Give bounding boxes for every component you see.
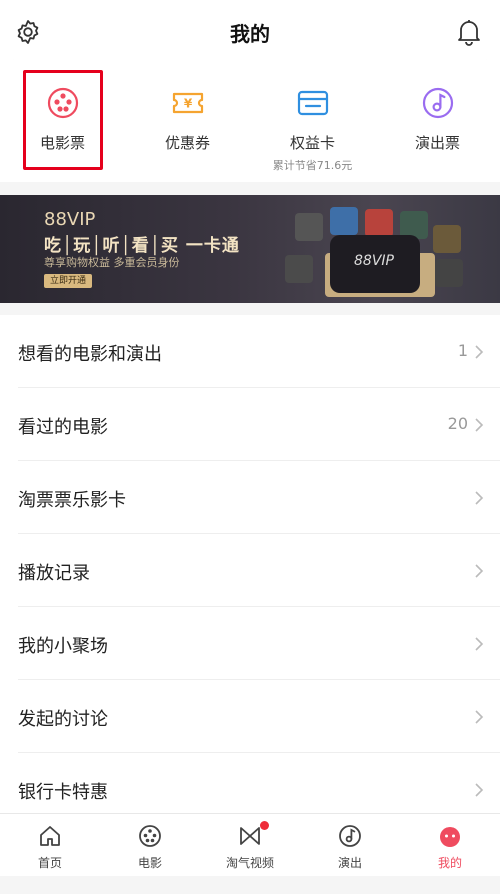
savings-text: 累计节省71.6元 <box>272 159 353 172</box>
chevron-right-icon <box>475 491 484 505</box>
list-item[interactable]: 播放记录 <box>18 534 500 607</box>
list-item-count: 1 <box>457 341 468 360</box>
banner-brand: 88VIP <box>44 209 96 230</box>
chevron-right-icon <box>475 783 484 797</box>
vip-banner[interactable]: 88VIP 吃│玩│听│看│买 一卡通 尊享购物权益 多重会员身份 立即开通 8… <box>0 195 500 303</box>
banner-cta-button[interactable]: 立即开通 <box>44 274 93 288</box>
bell-icon[interactable] <box>456 18 482 46</box>
tab-movie[interactable]: 电影 <box>100 814 200 884</box>
quick-item-label: 权益卡 <box>289 134 335 152</box>
tab-label: 电影 <box>137 856 162 870</box>
banner-artwork: 88VIP <box>285 207 465 297</box>
quick-item-benefit-card[interactable]: 权益卡 累计节省71.6元 <box>250 60 375 182</box>
chevron-right-icon <box>475 564 484 578</box>
highlight-annotation-box <box>23 70 103 170</box>
tab-mine[interactable]: 我的 <box>400 814 500 884</box>
list-item-label: 发起的讨论 <box>18 709 108 730</box>
banner-headline: 吃│玩│听│看│买 一卡通 <box>44 236 240 256</box>
video-icon <box>240 827 260 845</box>
list-item[interactable]: 看过的电影 20 <box>18 388 500 461</box>
home-indicator-area <box>0 876 500 894</box>
list-item-label: 我的小聚场 <box>18 636 108 657</box>
chevron-right-icon <box>475 345 484 359</box>
header: 我的 <box>0 0 500 60</box>
tab-show[interactable]: 演出 <box>300 814 400 884</box>
quick-item-label: 优惠券 <box>164 134 210 152</box>
card-icon <box>297 90 329 116</box>
svg-text:¥: ¥ <box>184 97 193 111</box>
list-item-label: 淘票票乐影卡 <box>18 490 126 511</box>
tab-home[interactable]: 首页 <box>0 814 100 884</box>
tab-label: 首页 <box>37 856 62 870</box>
list-item-label: 播放记录 <box>18 563 90 584</box>
banner-card-text: 88VIP <box>354 253 394 269</box>
list-item-label: 看过的电影 <box>18 417 108 438</box>
music-disc-icon <box>339 825 361 847</box>
home-icon <box>40 826 60 846</box>
quick-item-label: 演出票 <box>414 134 460 152</box>
list-item-label: 想看的电影和演出 <box>18 344 162 365</box>
quick-item-show-ticket[interactable]: 演出票 <box>375 60 500 182</box>
music-disc-icon <box>422 87 454 119</box>
menu-list: 想看的电影和演出 1 看过的电影 20 淘票票乐影卡 播放记录 我的小聚场 发起… <box>0 315 500 813</box>
list-item[interactable]: 想看的电影和演出 1 <box>18 315 500 388</box>
quick-item-coupon[interactable]: ¥ 优惠券 <box>125 60 250 182</box>
list-item-label: 银行卡特惠 <box>18 782 108 803</box>
tab-label: 淘气视频 <box>225 856 274 870</box>
list-item-count: 20 <box>447 414 468 433</box>
tab-label: 演出 <box>337 856 362 870</box>
notification-badge <box>260 821 269 830</box>
list-item[interactable]: 发起的讨论 <box>18 680 500 753</box>
list-item[interactable]: 我的小聚场 <box>18 607 500 680</box>
tab-label: 我的 <box>437 856 462 870</box>
chevron-right-icon <box>475 637 484 651</box>
list-item[interactable]: 淘票票乐影卡 <box>18 461 500 534</box>
banner-description: 尊享购物权益 多重会员身份 <box>44 256 180 269</box>
tab-video[interactable]: 淘气视频 <box>200 814 300 884</box>
page-title: 我的 <box>230 22 270 46</box>
chevron-right-icon <box>475 710 484 724</box>
coupon-ticket-icon: ¥ <box>172 92 204 114</box>
film-reel-icon <box>139 825 161 847</box>
profile-mascot-icon <box>440 827 460 847</box>
chevron-right-icon <box>475 418 484 432</box>
